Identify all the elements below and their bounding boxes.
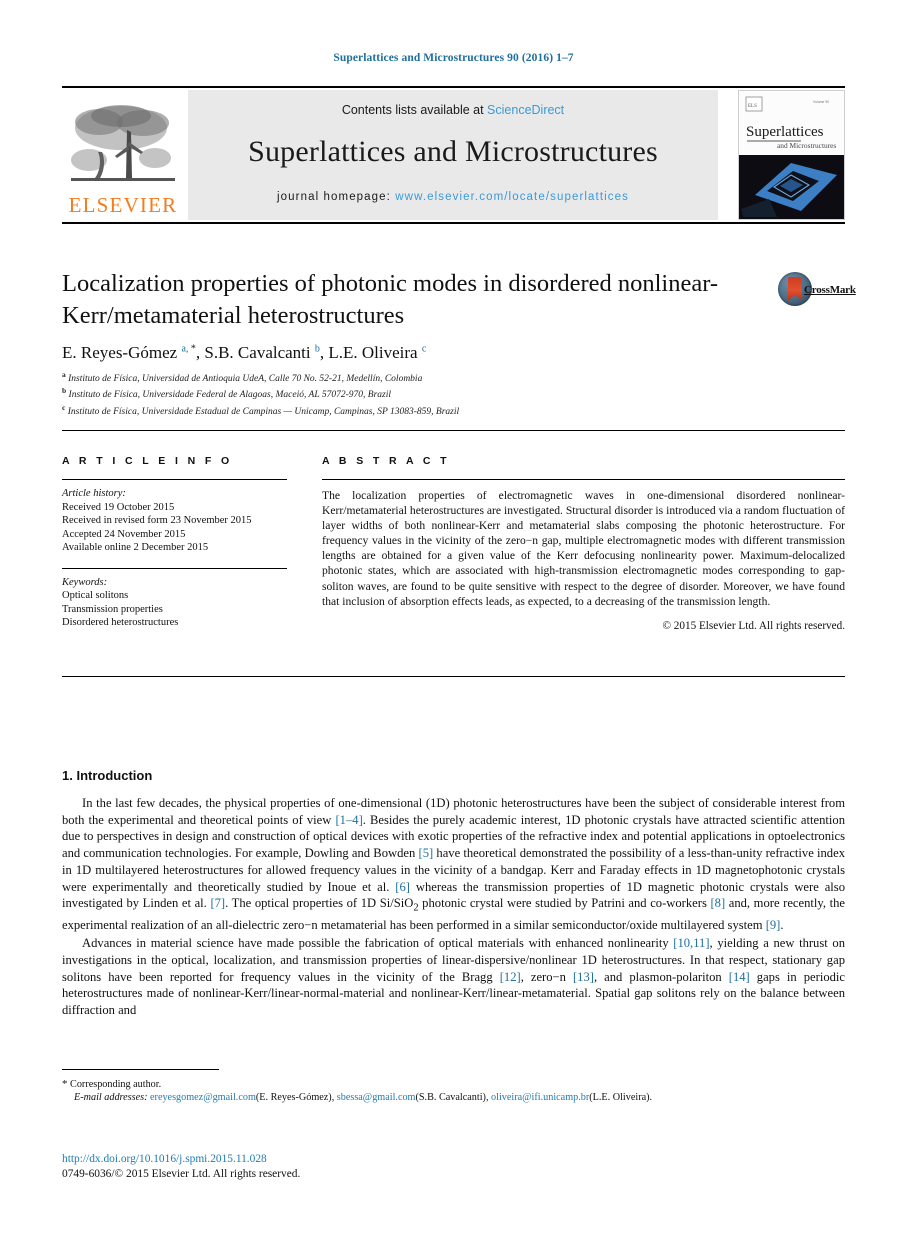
doi-block: http://dx.doi.org/10.1016/j.spmi.2015.11… [62, 1152, 562, 1182]
info-block-bottom-rule [62, 676, 845, 677]
affiliation-list: a Instituto de Física, Universidad de An… [62, 369, 762, 418]
abstract-copyright: © 2015 Elsevier Ltd. All rights reserved… [662, 619, 846, 632]
article-history: Article history: Received 19 October 201… [62, 487, 287, 555]
body-text: In the last few decades, the physical pr… [62, 795, 845, 1019]
author-affiliation-mark[interactable]: c [422, 343, 426, 354]
author-affiliation-mark[interactable]: a, * [181, 343, 195, 354]
citation-7[interactable]: [7] [210, 896, 225, 910]
abstract-text: The localization properties of electroma… [322, 489, 845, 608]
citation-8[interactable]: [8] [710, 896, 725, 910]
history-item: Received 19 October 2015 [62, 501, 175, 513]
elsevier-wordmark: ELSEVIER [68, 193, 178, 217]
p1-part-8: . The optical properties of 1D Si/SiO [225, 896, 414, 911]
info-block-top-rule [62, 430, 845, 431]
citation-13[interactable]: [13] [573, 970, 594, 984]
email-addresses-line: E-mail addresses: ereyesgomez@gmail.com(… [74, 1092, 653, 1104]
footnote-block: * Corresponding author. E-mail addresses… [62, 1078, 845, 1105]
article-info-heading: A R T I C L E I N F O [62, 455, 233, 467]
homepage-url-link[interactable]: www.elsevier.com/locate/superlattices [395, 191, 629, 203]
section-heading-introduction: 1. Introduction [62, 768, 153, 783]
corresponding-author-text: Corresponding author. [70, 1079, 162, 1090]
abstract-column: A B S T R A C T The localization propert… [322, 455, 845, 632]
paper-page: Superlattices and Microstructures 90 (20… [0, 0, 907, 1238]
paragraph-1: In the last few decades, the physical pr… [62, 795, 845, 934]
affiliation-mark-a: a [62, 370, 66, 379]
svg-text:ELS: ELS [748, 104, 757, 109]
masthead-top-rule [62, 86, 845, 88]
email-owner-2: (S.B. Cavalcanti) [415, 1092, 486, 1104]
contents-available-line: Contents lists available at ScienceDirec… [188, 103, 718, 117]
p1-part-14: . [780, 918, 784, 933]
svg-text:Superlattices: Superlattices [746, 124, 824, 140]
homepage-prefix: journal homepage: [277, 191, 396, 203]
journal-cover-thumbnail[interactable]: ELS Volume 90 Superlattices and Microstr… [738, 90, 845, 220]
elsevier-logo: ELSEVIER [62, 90, 184, 220]
affiliation-text-a: Instituto de Física, Universidad de Anti… [68, 374, 423, 385]
email-link-1[interactable]: ereyesgomez@gmail.com [150, 1092, 256, 1103]
history-item: Received in revised form 23 November 201… [62, 515, 252, 526]
sciencedirect-link[interactable]: ScienceDirect [487, 103, 564, 117]
elsevier-tree-icon [71, 105, 175, 181]
citation-5[interactable]: [5] [419, 846, 434, 860]
affiliation-item: a Instituto de Física, Universidad de An… [62, 369, 762, 385]
keyword-item: Disordered heterostructures [62, 617, 179, 628]
p2-part-0: Advances in material science have made p… [82, 936, 674, 951]
email-addresses-label: E-mail addresses: [74, 1092, 148, 1104]
email-owner-1: (E. Reyes-Gómez) [255, 1092, 332, 1104]
issn-copyright-line: 0749-6036/© 2015 Elsevier Ltd. All right… [62, 1168, 301, 1180]
svg-text:and Microstructures: and Microstructures [777, 141, 836, 150]
abstract-rule [322, 479, 845, 480]
keyword-item: Optical solitons [62, 590, 129, 601]
email-link-2[interactable]: sbessa@gmail.com [337, 1092, 416, 1103]
contents-prefix: Contents lists available at [341, 103, 488, 117]
affiliation-item: b Instituto de Física, Universidade Fede… [62, 385, 762, 401]
running-head: Superlattices and Microstructures 90 (20… [333, 52, 574, 64]
journal-homepage-line: journal homepage: www.elsevier.com/locat… [188, 191, 718, 203]
article-info-column: A R T I C L E I N F O Article history: R… [62, 455, 287, 630]
svg-text:Volume 90: Volume 90 [813, 100, 829, 104]
author-affiliation-mark[interactable]: b [315, 343, 320, 354]
keywords-block: Keywords: Optical solitons Transmission … [62, 576, 287, 630]
p2-part-4: , zero−n [520, 969, 573, 984]
crossmark-label: CrossMark [804, 284, 856, 296]
journal-cover-artwork: ELS Volume 90 Superlattices and Microstr… [739, 91, 844, 219]
doi-link[interactable]: http://dx.doi.org/10.1016/j.spmi.2015.11… [62, 1152, 562, 1167]
citation-10-11[interactable]: [10,11] [673, 936, 709, 950]
citation-6[interactable]: [6] [395, 880, 410, 894]
footnote-rule [62, 1069, 219, 1070]
journal-header-panel: Contents lists available at ScienceDirec… [188, 90, 718, 220]
paragraph-2: Advances in material science have made p… [62, 935, 845, 1019]
citation-12[interactable]: [12] [500, 970, 521, 984]
email-owner-3: (L.E. Oliveira) [589, 1092, 650, 1104]
citation-9[interactable]: [9] [766, 918, 781, 932]
abstract-heading: A B S T R A C T [322, 455, 450, 467]
p1-part-10: photonic crystal were studied by Patrini… [418, 896, 711, 911]
keywords-label: Keywords: [62, 576, 108, 588]
masthead-bottom-rule [62, 222, 845, 224]
history-item: Accepted 24 November 2015 [62, 528, 186, 540]
citation-14[interactable]: [14] [729, 970, 750, 984]
crossmark-ribbon-icon [788, 277, 802, 301]
affiliation-mark-b: b [62, 386, 67, 396]
author-list: E. Reyes-Gómez a, *, S.B. Cavalcanti b, … [62, 343, 427, 362]
affiliation-item: c Instituto de Física, Universidade Esta… [62, 402, 762, 418]
affiliation-text-b: Instituto de Física, Universidade Federa… [68, 390, 391, 401]
email-link-3[interactable]: oliveira@ifi.unicamp.br [491, 1092, 589, 1103]
history-item: Available online 2 December 2015 [62, 542, 209, 553]
citation-1-4[interactable]: [1–4] [335, 813, 362, 827]
affiliation-text-c: Instituto de Física, Universidade Estadu… [67, 406, 460, 417]
keyword-item: Transmission properties [62, 603, 163, 615]
article-title: Localization properties of photonic mode… [62, 270, 719, 329]
journal-masthead: ELSEVIER Contents lists available at Sci… [62, 86, 845, 224]
article-history-label: Article history: [62, 488, 126, 499]
corresponding-author-note: * Corresponding author. [62, 1078, 845, 1091]
keywords-rule [62, 567, 287, 569]
affiliation-mark-c: c [62, 402, 66, 412]
crossmark-badge[interactable]: CrossMark [778, 270, 856, 316]
asterisk-icon: * [62, 1078, 68, 1090]
article-info-rule [62, 479, 287, 480]
p2-part-6: , and plasmon-polariton [593, 969, 729, 984]
journal-title: Superlattices and Microstructures [248, 135, 658, 168]
